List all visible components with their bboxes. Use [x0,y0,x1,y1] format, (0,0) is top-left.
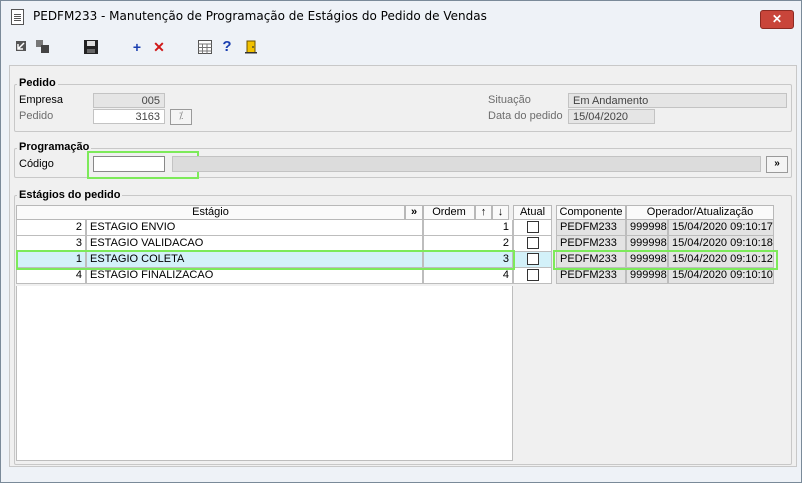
window-title: PEDFM233 - Manutenção de Programação de … [33,9,487,23]
cell-componente[interactable]: PEDFM233 [556,268,626,284]
cell-estagio-name[interactable]: ESTAGIO ENVIO [86,220,423,236]
programacao-group-label: Programação [17,141,92,153]
pedido-group-label: Pedido [17,77,58,89]
col-header-expand[interactable]: » [405,205,423,220]
situacao-label: Situação [488,94,531,106]
pedido-group [14,84,792,132]
programacao-lookup-button[interactable]: » [766,156,788,173]
exit-icon[interactable] [241,37,261,57]
col-header-operador[interactable]: Operador/Atualização [626,205,774,220]
situacao-field: Em Andamento [568,93,787,108]
atual-checkbox[interactable] [527,221,539,233]
add-icon[interactable]: + [127,37,147,57]
close-button[interactable]: ✕ [760,10,794,29]
cell-atual[interactable] [513,220,552,236]
data-pedido-field: 15/04/2020 [568,109,655,124]
move-up-button[interactable]: ↑ [475,205,492,220]
grid-empty-area [16,286,513,461]
cell-ordem[interactable]: 1 [423,220,513,236]
atual-checkbox[interactable] [527,253,539,265]
estagios-group-label: Estágios do pedido [17,189,123,201]
help-icon[interactable]: ? [217,37,237,57]
save-icon[interactable] [81,37,101,57]
pedido-label: Pedido [19,110,54,122]
data-pedido-label: Data do pedido [488,110,563,122]
pedido-lookup-button[interactable]: ⁒ [170,109,192,125]
col-header-ordem[interactable]: Ordem [423,205,475,220]
document-icon [11,9,24,25]
cell-atual[interactable] [513,236,552,252]
main-window: PEDFM233 - Manutenção de Programação de … [0,0,802,483]
delete-icon[interactable]: ✕ [149,37,169,57]
atual-checkbox[interactable] [527,237,539,249]
cell-estagio-name[interactable]: ESTAGIO FINALIZACAO [86,268,423,284]
title-bar[interactable]: PEDFM233 - Manutenção de Programação de … [1,1,801,31]
cell-ordem[interactable]: 4 [423,268,513,284]
selected-row-highlight-right [553,250,778,270]
move-down-button[interactable]: ↓ [492,205,509,220]
col-header-atual[interactable]: Atual [513,205,552,220]
cell-atualizacao[interactable]: 15/04/2020 09:10:10 [668,268,774,284]
cell-operador[interactable]: 999998 [626,268,668,284]
col-header-estagio[interactable]: Estágio [16,205,405,220]
programacao-description-field [172,156,761,172]
empresa-label: Empresa [19,94,64,106]
codigo-label: Código [19,158,54,170]
prev-record-icon[interactable] [11,37,31,57]
cell-atual[interactable] [513,268,552,284]
pedido-field[interactable]: 3163 [93,109,165,124]
lookup-icon: ⁒ [178,111,184,122]
atual-checkbox[interactable] [527,269,539,281]
selected-row-highlight-left [16,250,515,270]
form-panel: Pedido Empresa 005 Pedido 3163 ⁒ Situaçã… [9,65,797,467]
cell-estagio-id[interactable]: 2 [16,220,86,236]
next-record-icon[interactable] [33,37,53,57]
empresa-field: 005 [93,93,165,108]
cell-atual[interactable] [513,252,552,268]
cell-estagio-id[interactable]: 4 [16,268,86,284]
cell-operador[interactable]: 999998 [626,220,668,236]
cell-componente[interactable]: PEDFM233 [556,220,626,236]
calculator-icon[interactable] [195,37,215,57]
cell-atualizacao[interactable]: 15/04/2020 09:10:17 [668,220,774,236]
col-header-componente[interactable]: Componente [556,205,626,220]
